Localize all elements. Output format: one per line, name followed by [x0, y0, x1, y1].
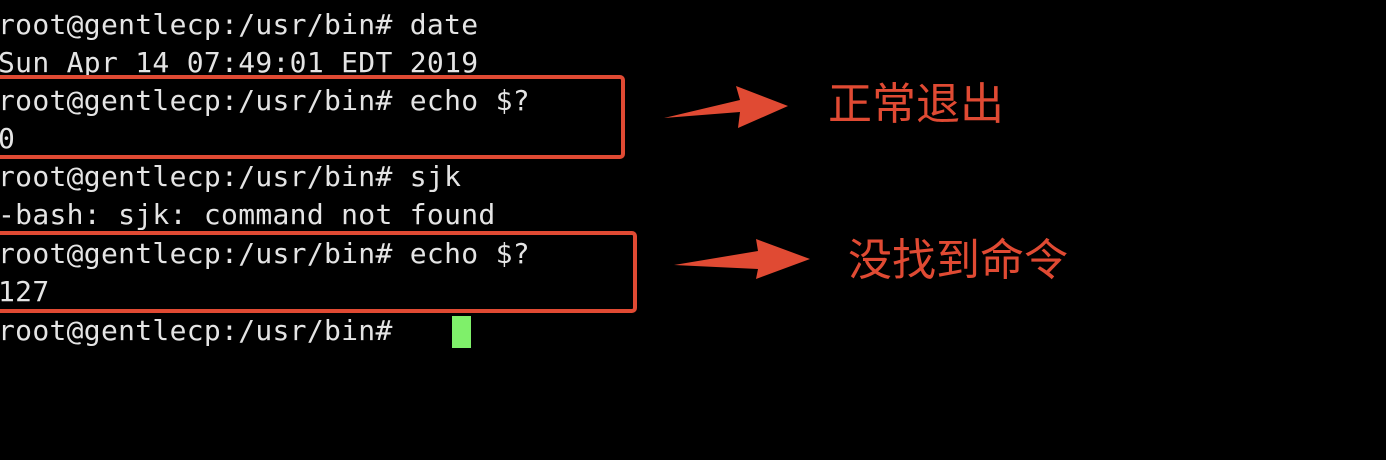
highlight-box-not-found	[0, 231, 637, 313]
terminal-window[interactable]: root@gentlecp:/usr/bin# date Sun Apr 14 …	[0, 0, 1386, 460]
arrow-right-icon	[664, 86, 788, 128]
annotation-command-not-found: 没找到命令	[848, 235, 1068, 286]
terminal-line-error-output: -bash: sjk: command not found	[0, 198, 496, 231]
arrow-right-icon	[674, 239, 810, 279]
terminal-prompt-line[interactable]: root@gentlecp:/usr/bin#	[0, 312, 410, 350]
highlight-box-normal-exit	[0, 75, 625, 159]
terminal-cursor	[452, 316, 471, 348]
terminal-line-sjk-command: root@gentlecp:/usr/bin# sjk	[0, 160, 462, 193]
terminal-line-date-command: root@gentlecp:/usr/bin# date	[0, 8, 479, 41]
annotation-normal-exit: 正常退出	[828, 79, 1004, 130]
